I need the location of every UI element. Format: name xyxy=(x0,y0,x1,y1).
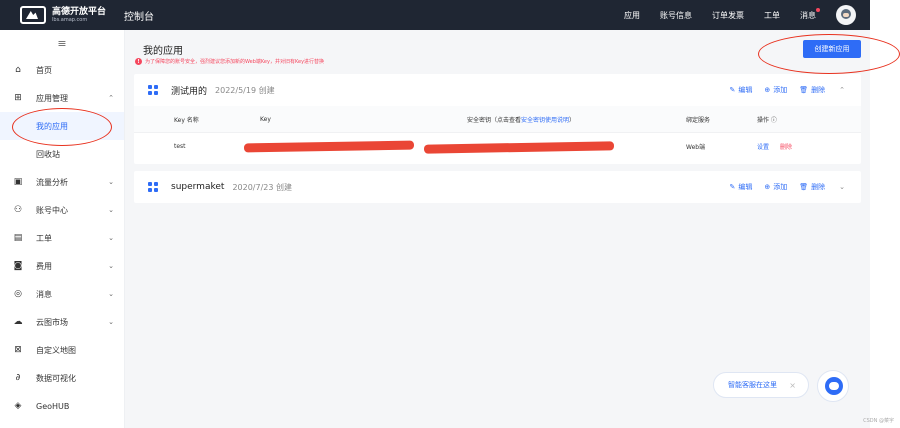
redacted-key xyxy=(243,140,415,153)
chevron-down-icon: ⌄ xyxy=(108,206,114,214)
service-cell: Web端 xyxy=(686,144,706,151)
sidebar-item-app-management[interactable]: ⊞ 应用管理 ⌃ xyxy=(0,84,124,112)
app-created-date: 2022/5/19 创建 xyxy=(215,85,275,95)
logo-title: 高德开放平台 xyxy=(52,6,107,17)
sidebar-item-home[interactable]: ⌂ 首页 xyxy=(0,56,124,84)
app-name: 测试用的 xyxy=(171,86,208,97)
trash-icon: 🗑 xyxy=(799,86,809,94)
logo-icon xyxy=(20,6,46,24)
chevron-down-icon: ⌄ xyxy=(108,178,114,186)
top-navigation-bar: 高德开放平台 lbs.amap.com 控制台 应用 账号信息 订单发票 工单 … xyxy=(0,0,870,30)
message-icon: ◎ xyxy=(14,289,22,299)
col-key: Key xyxy=(260,115,271,123)
console-label[interactable]: 控制台 xyxy=(124,8,154,23)
app-card: supermaket 2020/7/23 创建 ✎ 编辑 ⊕ 添加 🗑 删除 ⌄ xyxy=(134,171,861,203)
plus-circle-icon: ⊕ xyxy=(764,86,771,94)
geohub-icon: ◈ xyxy=(14,401,22,411)
trash-icon: 🗑 xyxy=(799,183,809,191)
assistant-prompt[interactable]: 智能客服在这里 × xyxy=(713,372,809,398)
redacted-secret xyxy=(423,141,615,154)
table-row: test Web端 设置 删除 xyxy=(134,132,861,160)
user-avatar[interactable] xyxy=(836,5,856,25)
sidebar-item-geohub[interactable]: ◈ GeoHUB xyxy=(0,392,124,420)
delete-app-button[interactable]: 🗑 删除 xyxy=(799,182,825,192)
col-secret: 安全密钥（点击查看安全密钥使用说明） xyxy=(467,116,576,124)
top-nav: 应用 账号信息 订单发票 工单 消息 xyxy=(624,0,870,30)
settings-link[interactable]: 设置 xyxy=(757,142,769,151)
app-card-header: 测试用的 2022/5/19 创建 ✎ 编辑 ⊕ 添加 🗑 删除 ⌃ xyxy=(134,74,861,106)
sidebar-item-custom-map[interactable]: ⊠ 自定义地图 xyxy=(0,336,124,364)
chart-icon: ▣ xyxy=(13,177,23,187)
map-icon: ⊠ xyxy=(14,345,22,355)
secret-help-link[interactable]: 安全密钥使用说明 xyxy=(521,117,569,124)
key-name-cell: test xyxy=(174,143,186,150)
home-icon: ⌂ xyxy=(15,65,21,75)
edit-icon: ✎ xyxy=(729,86,736,94)
nav-messages[interactable]: 消息 xyxy=(800,7,820,21)
add-key-button[interactable]: ⊕ 添加 xyxy=(764,85,787,95)
sidebar-item-data-visualization[interactable]: ∂ 数据可视化 xyxy=(0,364,124,392)
chevron-down-icon: ⌄ xyxy=(108,290,114,298)
app-grid-icon xyxy=(148,85,158,95)
chevron-down-icon: ⌄ xyxy=(108,262,114,270)
sidebar-item-tickets[interactable]: ▤ 工单 ⌄ xyxy=(0,224,124,252)
visual-icon: ∂ xyxy=(15,373,21,383)
nav-orders-invoices[interactable]: 订单发票 xyxy=(712,10,744,21)
assistant-bot-icon[interactable] xyxy=(817,370,849,402)
edit-app-button[interactable]: ✎ 编辑 xyxy=(729,85,752,95)
sidebar-item-fees[interactable]: ◙ 费用 ⌄ xyxy=(0,252,124,280)
warning-icon: ! xyxy=(135,58,142,65)
sidebar-item-my-apps[interactable]: 我的应用 xyxy=(0,112,124,140)
security-tip: ! 为了保障您的账号安全，强烈建议您添加新的Web端Key，并对旧有Key进行替… xyxy=(135,58,324,65)
app-card: 测试用的 2022/5/19 创建 ✎ 编辑 ⊕ 添加 🗑 删除 ⌃ Key 名称 K… xyxy=(134,74,861,164)
close-icon[interactable]: × xyxy=(789,381,796,390)
sidebar: ≡ ⌂ 首页 ⊞ 应用管理 ⌃ 我的应用 回收站 ▣ 流量分析 ⌄ ⚇ 账号中心… xyxy=(0,30,125,428)
chevron-up-icon: ⌃ xyxy=(108,94,114,102)
notification-dot xyxy=(816,7,820,12)
key-table-header: Key 名称 Key 安全密钥（点击查看安全密钥使用说明） 绑定服务 操作 ⓘ xyxy=(134,106,861,132)
menu-toggle-icon[interactable]: ≡ xyxy=(0,30,124,56)
delete-app-button[interactable]: 🗑 删除 xyxy=(799,85,825,95)
edit-icon: ✎ xyxy=(729,183,736,191)
create-app-button[interactable]: 创建新应用 xyxy=(803,40,861,58)
app-grid-icon xyxy=(148,182,158,192)
fee-icon: ◙ xyxy=(13,261,23,271)
nav-account-info[interactable]: 账号信息 xyxy=(660,10,692,21)
delete-key-link[interactable]: 删除 xyxy=(780,142,792,151)
app-created-date: 2020/7/23 创建 xyxy=(232,182,292,192)
nav-tickets[interactable]: 工单 xyxy=(764,10,780,21)
edit-app-button[interactable]: ✎ 编辑 xyxy=(729,182,752,192)
sidebar-item-recycle-bin[interactable]: 回收站 xyxy=(0,140,124,168)
ticket-icon: ▤ xyxy=(13,233,23,243)
nav-apps[interactable]: 应用 xyxy=(624,10,640,21)
watermark: CSDN @菜宇 xyxy=(863,418,894,424)
app-name: supermaket xyxy=(171,182,225,192)
expand-chevron-icon[interactable]: ⌄ xyxy=(839,183,845,191)
sidebar-item-traffic-analysis[interactable]: ▣ 流量分析 ⌄ xyxy=(0,168,124,196)
col-key-name: Key 名称 xyxy=(174,116,199,124)
chevron-down-icon: ⌄ xyxy=(108,234,114,242)
sidebar-item-account-center[interactable]: ⚇ 账号中心 ⌄ xyxy=(0,196,124,224)
sidebar-item-cloud-market[interactable]: ☁ 云图市场 ⌄ xyxy=(0,308,124,336)
col-operation: 操作 ⓘ xyxy=(757,116,777,124)
cloud-icon: ☁ xyxy=(13,317,23,327)
add-key-button[interactable]: ⊕ 添加 xyxy=(764,182,787,192)
chevron-down-icon: ⌄ xyxy=(108,318,114,326)
logo-subtitle: lbs.amap.com xyxy=(52,16,88,23)
plus-circle-icon: ⊕ xyxy=(764,183,771,191)
apps-icon: ⊞ xyxy=(14,93,22,103)
logo[interactable]: 高德开放平台 lbs.amap.com xyxy=(20,6,106,24)
col-service: 绑定服务 xyxy=(686,116,711,124)
collapse-chevron-icon[interactable]: ⌃ xyxy=(839,86,845,94)
main-content: 我的应用 ! 为了保障您的账号安全，强烈建议您添加新的Web端Key，并对旧有K… xyxy=(125,30,870,428)
user-icon: ⚇ xyxy=(13,205,23,215)
sidebar-item-messages[interactable]: ◎ 消息 ⌄ xyxy=(0,280,124,308)
page-title: 我的应用 xyxy=(143,46,183,57)
app-card-header: supermaket 2020/7/23 创建 ✎ 编辑 ⊕ 添加 🗑 删除 ⌄ xyxy=(134,171,861,203)
